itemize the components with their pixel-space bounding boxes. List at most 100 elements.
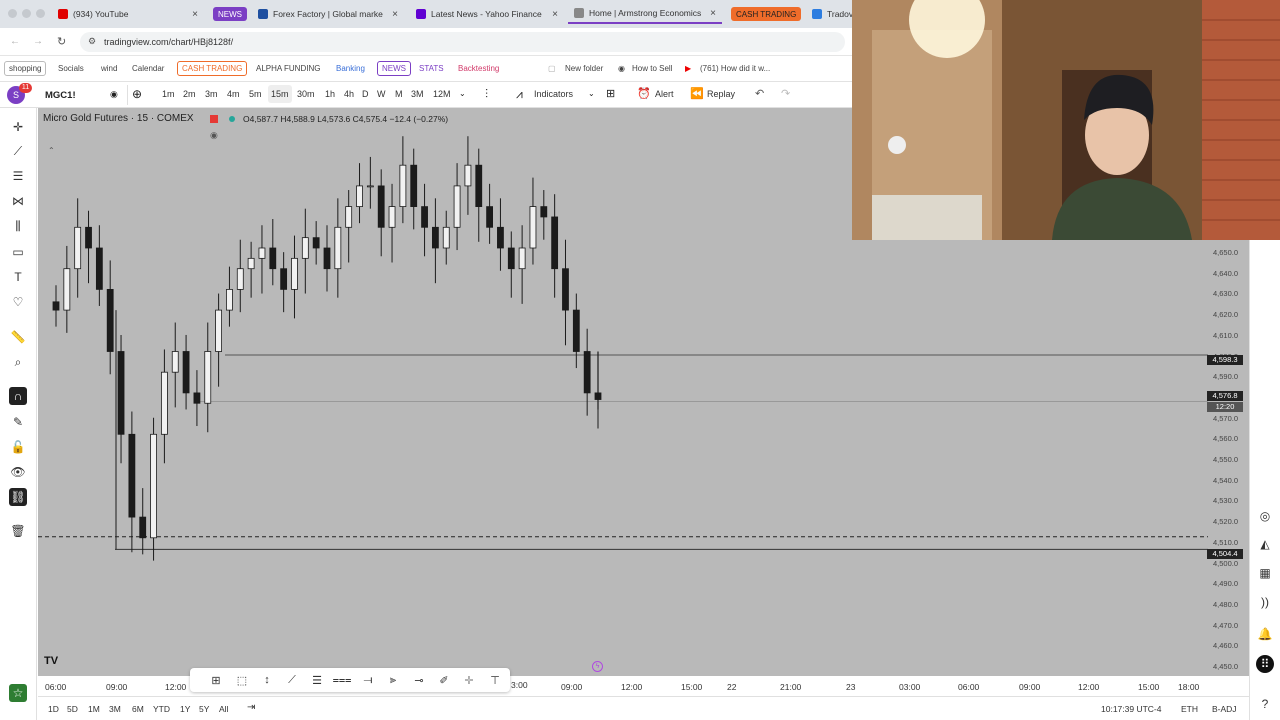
- tab-youtube[interactable]: (934) YouTube ×: [52, 4, 204, 24]
- target-icon[interactable]: ◎: [1256, 507, 1274, 525]
- bookmark-calendar[interactable]: Calendar: [132, 64, 164, 73]
- lock-icon[interactable]: 🔓: [9, 438, 27, 456]
- tradingview-logo[interactable]: TV: [44, 655, 58, 667]
- range-5d[interactable]: 5D: [67, 704, 78, 714]
- window-minimize-dot[interactable]: [22, 9, 31, 18]
- brush-icon[interactable]: ✐: [436, 672, 452, 688]
- tf-3m-range[interactable]: 3M: [411, 89, 424, 99]
- lightning-marker-icon[interactable]: ϟ: [592, 661, 603, 672]
- text-note-icon[interactable]: ⊤: [487, 672, 503, 688]
- tab-tradovate[interactable]: Tradov: [806, 4, 852, 24]
- close-tab-icon[interactable]: ×: [552, 9, 558, 20]
- alert-button[interactable]: Alert: [655, 89, 674, 99]
- range-1y[interactable]: 1Y: [180, 704, 190, 714]
- bookmark-alpha-funding[interactable]: ALPHA FUNDING: [256, 64, 320, 73]
- hide-indicators-icon[interactable]: ◉: [210, 130, 218, 141]
- collapse-icon[interactable]: ⌃: [48, 146, 55, 155]
- watch-icon[interactable]: ◉: [110, 89, 118, 100]
- range-6m[interactable]: 6M: [132, 704, 144, 714]
- window-maximize-dot[interactable]: [36, 9, 45, 18]
- text-icon[interactable]: T: [9, 268, 27, 286]
- range-all[interactable]: All: [219, 704, 228, 714]
- ruler-icon[interactable]: 📏: [9, 328, 27, 346]
- vertical-line-icon[interactable]: ↕: [259, 672, 275, 688]
- stay-drawing-icon[interactable]: ✎: [9, 413, 27, 431]
- tf-d[interactable]: D: [362, 89, 369, 99]
- apps-icon[interactable]: ⠿: [1256, 655, 1274, 673]
- add-symbol-icon[interactable]: ⊕: [132, 87, 142, 101]
- horizontal-ray-icon[interactable]: ⟞: [360, 672, 376, 688]
- window-close-dot[interactable]: [8, 9, 17, 18]
- tf-15m[interactable]: 15m: [268, 85, 292, 103]
- tf-4m[interactable]: 4m: [227, 89, 240, 99]
- link-icon[interactable]: ⛓: [9, 488, 27, 506]
- shapes-icon[interactable]: ▭: [9, 243, 27, 261]
- url-field[interactable]: ⚙ tradingview.com/chart/HBj8128f/: [80, 32, 845, 52]
- parallel-channel-icon[interactable]: ⩶: [333, 672, 352, 688]
- close-tab-icon[interactable]: ×: [192, 9, 198, 20]
- forward-icon[interactable]: →: [33, 36, 43, 47]
- bookmark-cash-trading[interactable]: CASH TRADING: [177, 61, 248, 76]
- trendline-icon[interactable]: ⟋: [9, 142, 27, 160]
- bookmark-new-folder[interactable]: New folder: [565, 64, 603, 73]
- bookmark-news[interactable]: NEWS: [377, 61, 411, 76]
- signal-icon[interactable]: )): [1256, 593, 1274, 611]
- range-1d[interactable]: 1D: [48, 704, 59, 714]
- bookmark-banking[interactable]: Banking: [336, 64, 365, 73]
- tab-forex-factory[interactable]: Forex Factory | Global market ×: [252, 4, 404, 24]
- undo-icon[interactable]: ↶: [755, 87, 764, 100]
- adjustment-toggle[interactable]: B-ADJ: [1212, 704, 1237, 714]
- tab-yahoo-finance[interactable]: Latest News - Yahoo Finance ×: [410, 4, 564, 24]
- range-1m[interactable]: 1M: [88, 704, 100, 714]
- bookmark-socials[interactable]: Socials: [58, 64, 84, 73]
- tf-5m[interactable]: 5m: [249, 89, 262, 99]
- crosshair-icon[interactable]: ✛: [9, 118, 27, 136]
- fib-icon[interactable]: ☰: [9, 167, 27, 185]
- calendar-icon[interactable]: ▦: [1256, 564, 1274, 582]
- tf-m[interactable]: M: [395, 89, 403, 99]
- range-5y[interactable]: 5Y: [199, 704, 209, 714]
- star-icon[interactable]: ☆: [9, 684, 27, 702]
- tab-group-cash-trading[interactable]: CASH TRADING: [731, 7, 802, 21]
- rectangle-icon[interactable]: ⬚: [234, 672, 250, 688]
- session-toggle[interactable]: ETH: [1181, 704, 1198, 714]
- replay-button[interactable]: Replay: [707, 89, 735, 99]
- candle-type-icon[interactable]: ⫶: [485, 87, 488, 102]
- tf-30m[interactable]: 30m: [297, 89, 315, 99]
- bookmark-shopping[interactable]: shopping: [4, 61, 47, 76]
- range-ytd[interactable]: YTD: [153, 704, 170, 714]
- tab-group-news[interactable]: NEWS: [213, 7, 247, 21]
- bell-icon[interactable]: 🔔: [1256, 625, 1274, 643]
- tf-2m[interactable]: 2m: [183, 89, 196, 99]
- trash-icon[interactable]: 🗑: [9, 522, 27, 540]
- magnet-icon[interactable]: ∩: [9, 387, 27, 405]
- reload-icon[interactable]: ↻: [57, 35, 66, 48]
- bookmark-stats[interactable]: STATS: [419, 64, 444, 73]
- cross-line-icon[interactable]: ✛: [461, 672, 477, 688]
- tf-1m[interactable]: 1m: [162, 89, 175, 99]
- tf-3m[interactable]: 3m: [205, 89, 218, 99]
- tf-1h[interactable]: 1h: [325, 89, 335, 99]
- tf-12m[interactable]: 12M: [433, 89, 451, 99]
- position-icon[interactable]: ⫸: [385, 672, 401, 688]
- bookmark-how-to-sell[interactable]: How to Sell: [632, 64, 672, 73]
- pattern-icon[interactable]: ⋈: [9, 192, 27, 210]
- layers-icon[interactable]: ◭: [1256, 535, 1274, 553]
- redo-icon[interactable]: ↷: [781, 87, 790, 100]
- eye-icon[interactable]: 👁: [9, 463, 27, 481]
- tf-w[interactable]: W: [377, 89, 386, 99]
- bookmark-backtesting[interactable]: Backtesting: [458, 64, 499, 73]
- zoom-icon[interactable]: ⌕: [9, 353, 27, 371]
- date-range-icon[interactable]: ⇥: [247, 702, 255, 713]
- close-tab-icon[interactable]: ×: [710, 8, 716, 19]
- icons-icon[interactable]: ♡: [9, 293, 27, 311]
- site-info-icon[interactable]: ⚙: [88, 36, 96, 47]
- chevron-down-icon[interactable]: ⌄: [588, 89, 595, 98]
- chevron-down-icon[interactable]: ⌄: [459, 89, 466, 98]
- help-icon[interactable]: ?: [1256, 695, 1274, 713]
- tab-armstrong-economics[interactable]: Home | Armstrong Economics ×: [568, 4, 722, 24]
- forecast-icon[interactable]: ⫼: [9, 217, 27, 235]
- layout-icon[interactable]: ⊞: [606, 87, 615, 100]
- bookmark-youtube-video[interactable]: (761) How did it w...: [700, 64, 770, 73]
- close-tab-icon[interactable]: ×: [392, 9, 398, 20]
